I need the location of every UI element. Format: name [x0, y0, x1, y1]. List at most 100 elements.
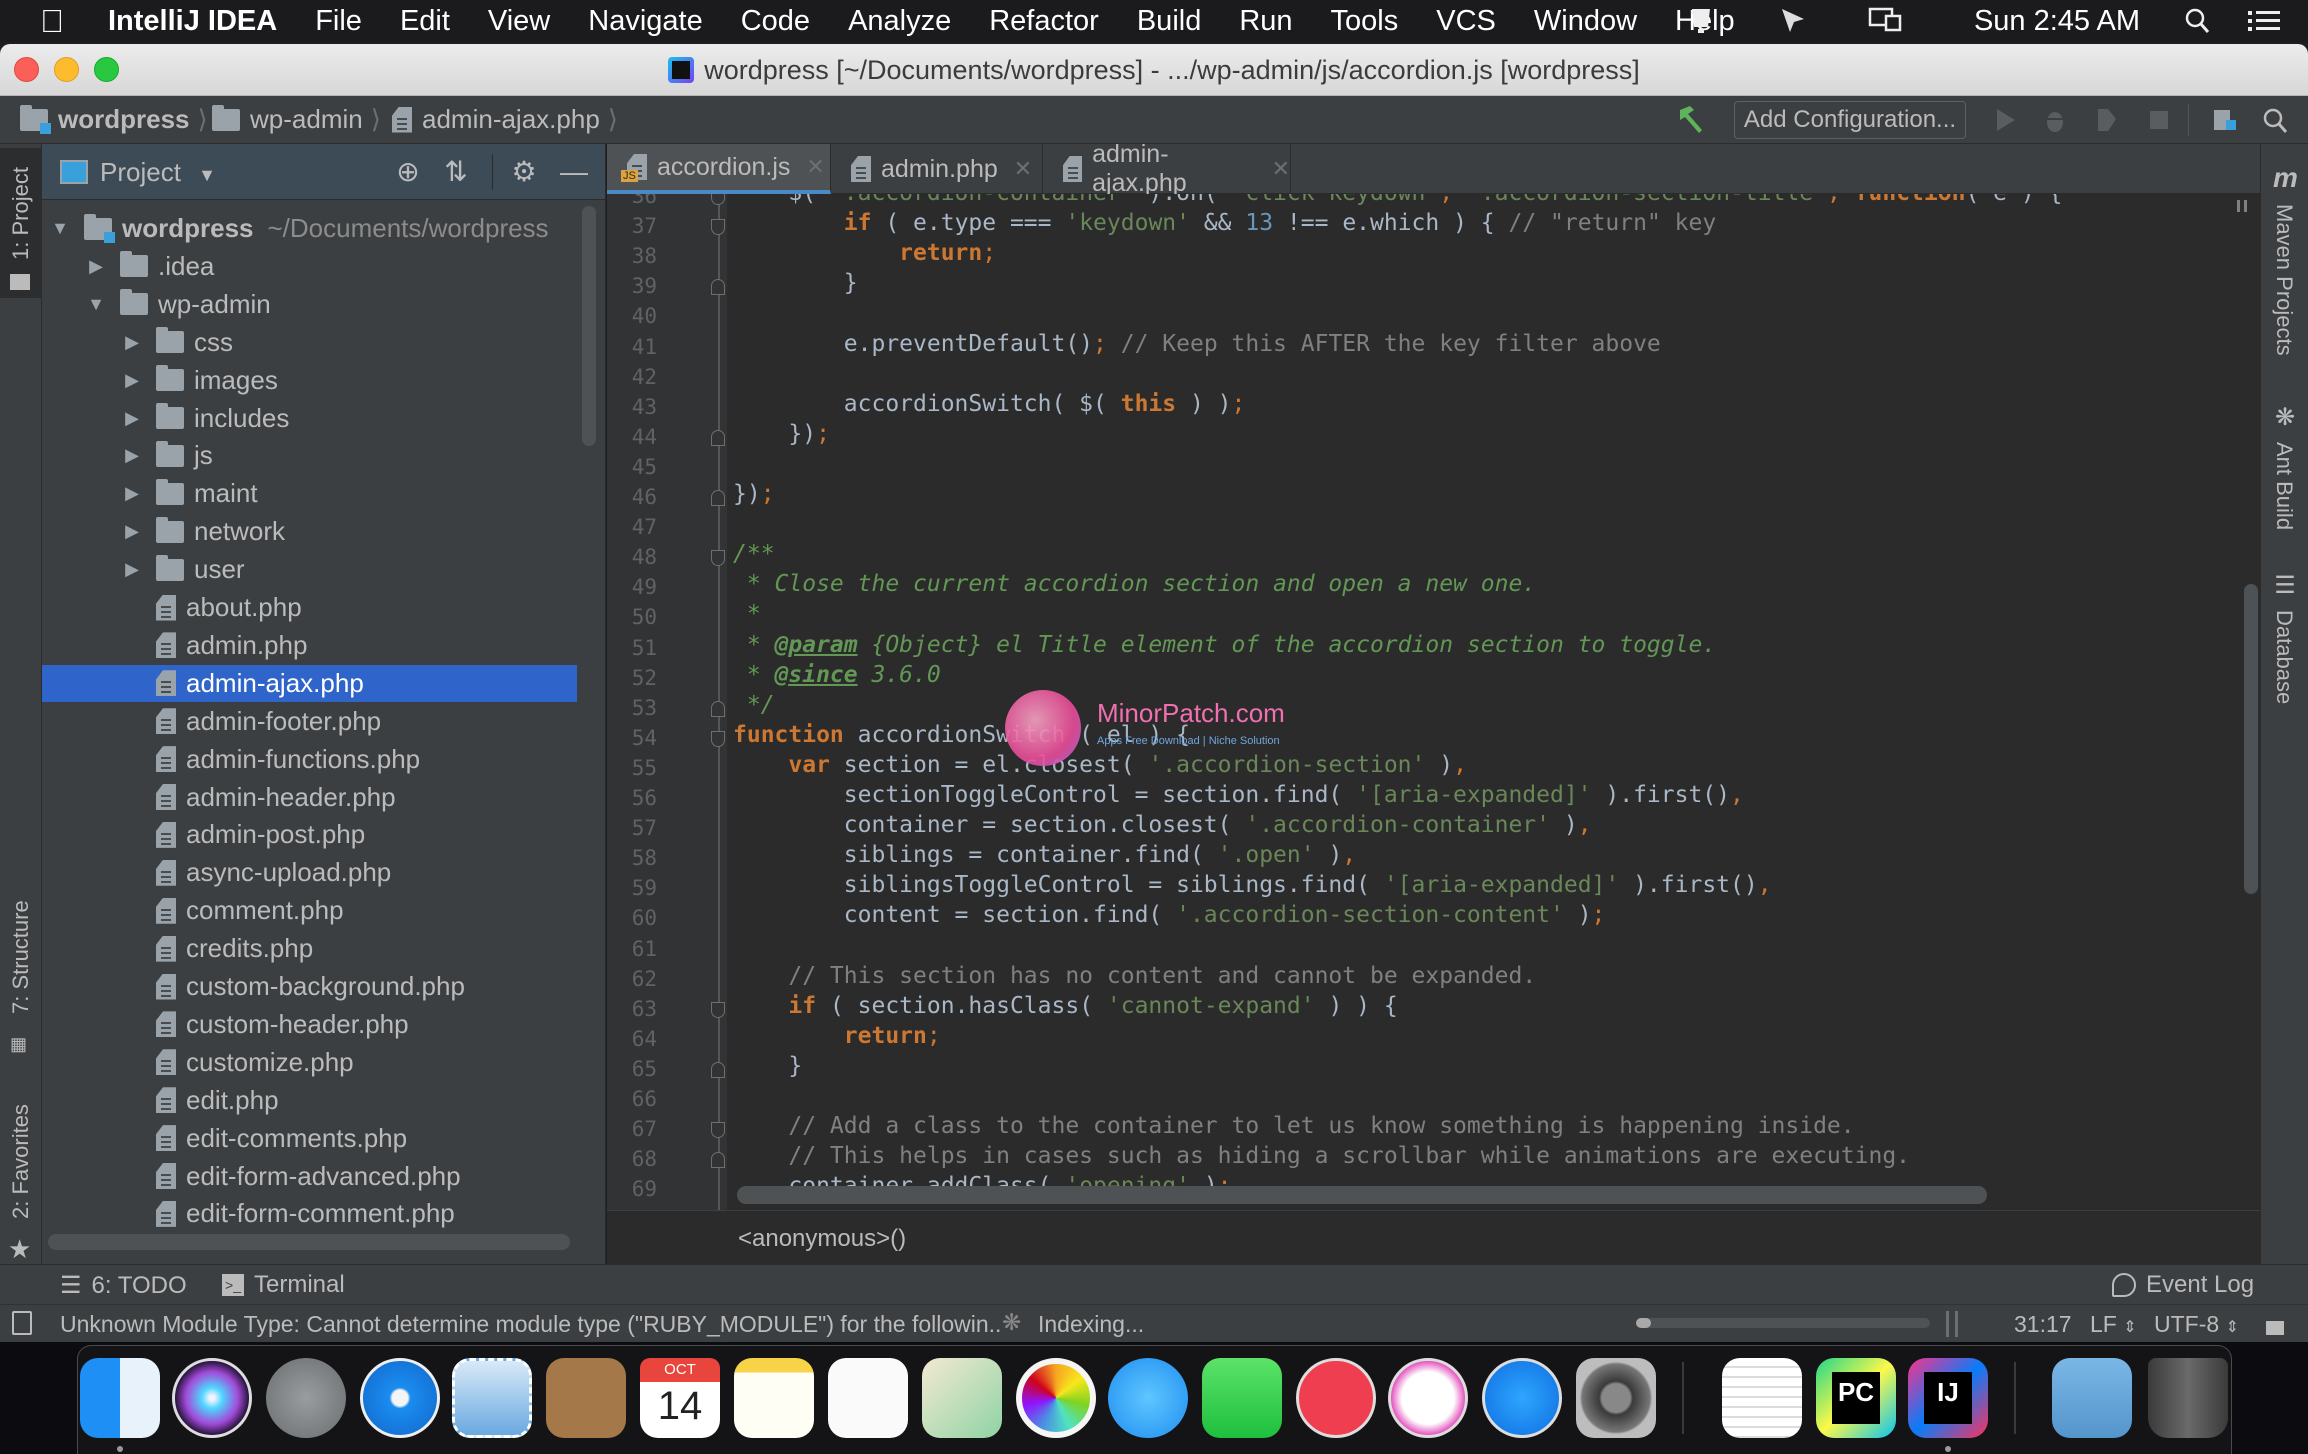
line-separator-selector[interactable]: LF ⇕	[2090, 1311, 2137, 1338]
fold-end-icon[interactable]	[711, 279, 725, 296]
expand-arrow-icon[interactable]: ▶	[122, 559, 142, 580]
stop-icon[interactable]	[2146, 106, 2172, 134]
editor-vertical-scrollbar[interactable]	[2244, 584, 2258, 894]
debug-icon[interactable]	[2042, 106, 2068, 134]
fold-end-icon[interactable]	[711, 700, 725, 717]
collapse-arrow-icon[interactable]: ▼	[86, 294, 106, 315]
expand-arrow-icon[interactable]: ▶	[86, 256, 106, 277]
expand-arrow-icon[interactable]: ▶	[122, 370, 142, 391]
close-tab-icon[interactable]: ✕	[1272, 156, 1290, 182]
expand-arrow-icon[interactable]: ▶	[122, 521, 142, 542]
menubar-clock[interactable]: Sun 2:45 AM	[1974, 5, 2140, 38]
tree-horizontal-scrollbar[interactable]	[48, 1234, 570, 1250]
inspection-status-icon[interactable]	[2237, 200, 2247, 212]
dock-photos-icon[interactable]	[1016, 1358, 1096, 1438]
project-view-selector[interactable]: Project ▼	[100, 157, 216, 188]
dock-messages-icon[interactable]	[1108, 1358, 1188, 1438]
fold-end-icon[interactable]	[711, 429, 725, 446]
menu-window[interactable]: Window	[1534, 5, 1637, 38]
status-message[interactable]: Unknown Module Type: Cannot determine mo…	[60, 1311, 1001, 1338]
close-tab-icon[interactable]: ✕	[1014, 156, 1032, 182]
event-log-button[interactable]: Event Log	[2112, 1271, 2254, 1299]
dock-downloads-icon[interactable]	[2052, 1358, 2132, 1438]
apple-menu-icon[interactable]: 	[40, 3, 74, 40]
close-tab-icon[interactable]: ✕	[806, 154, 824, 180]
project-structure-icon[interactable]	[2212, 106, 2238, 134]
tree-row[interactable]: ▶ includes	[42, 400, 577, 437]
expand-arrow-icon[interactable]: ▶	[122, 332, 142, 353]
code-editor[interactable]: 36 37 38 39 40 41 42 43 44 45 46 47 48 49 50 51 52 53 54 55…	[607, 194, 2260, 1210]
menu-code[interactable]: Code	[741, 5, 810, 38]
toggle-tool-windows-icon[interactable]	[12, 1311, 32, 1335]
expand-arrow-icon[interactable]: ▶	[122, 408, 142, 429]
tree-row[interactable]: comment.php	[42, 892, 577, 929]
tree-row[interactable]: ▶ user	[42, 551, 577, 588]
cursor-icon[interactable]	[1776, 6, 1812, 36]
menu-refactor[interactable]: Refactor	[989, 5, 1099, 38]
menu-file[interactable]: File	[315, 5, 362, 38]
pause-indexing-icon[interactable]	[1946, 1311, 1958, 1337]
lock-open-icon[interactable]	[2266, 1321, 2284, 1335]
tree-row[interactable]: ▶ css	[42, 324, 577, 361]
tree-row[interactable]: admin-functions.php	[42, 741, 577, 778]
locate-file-icon[interactable]: ⊕	[392, 156, 424, 188]
dock-reminders-icon[interactable]	[828, 1358, 908, 1438]
dock-pycharm-icon[interactable]: PC	[1816, 1358, 1896, 1438]
tree-row[interactable]: about.php	[42, 589, 577, 626]
fold-end-icon[interactable]	[711, 1061, 725, 1078]
fold-expanded-icon[interactable]	[711, 194, 725, 205]
settings-gear-icon[interactable]: ⚙	[508, 156, 540, 188]
tree-row[interactable]: async-upload.php	[42, 854, 577, 891]
menu-build[interactable]: Build	[1137, 5, 1202, 38]
tree-row[interactable]: admin.php	[42, 627, 577, 664]
dock-trash-icon[interactable]	[2148, 1358, 2228, 1438]
fold-expanded-icon[interactable]	[711, 1001, 725, 1018]
tree-row[interactable]: admin-post.php	[42, 816, 577, 853]
tree-row[interactable]: edit.php	[42, 1082, 577, 1119]
expand-arrow-icon[interactable]: ▼	[50, 218, 70, 239]
fold-end-icon[interactable]	[711, 1152, 725, 1169]
menu-tools[interactable]: Tools	[1331, 5, 1399, 38]
breadcrumb-admin-ajax[interactable]: admin-ajax.php ⟩	[392, 104, 618, 135]
tree-row[interactable]: custom-header.php	[42, 1006, 577, 1043]
function-breadcrumb[interactable]: <anonymous>()	[738, 1225, 906, 1253]
tree-row[interactable]: ▶ images	[42, 362, 577, 399]
tree-row[interactable]: ▶ maint	[42, 475, 577, 512]
fold-expanded-icon[interactable]	[711, 1122, 725, 1139]
menu-app-name[interactable]: IntelliJ IDEA	[108, 5, 277, 38]
dock-intellij-idea-icon[interactable]: IJ	[1908, 1358, 1988, 1438]
tree-row[interactable]: ▶ .idea	[42, 248, 577, 285]
tree-row[interactable]: admin-ajax.php	[42, 664, 577, 702]
control-center-icon[interactable]	[2246, 6, 2282, 36]
tab-admin-php[interactable]: admin.php ✕	[831, 144, 1043, 194]
dock-news-icon[interactable]	[1296, 1358, 1376, 1438]
tree-row[interactable]: edit-comments.php	[42, 1120, 577, 1157]
airplay-icon[interactable]	[1868, 6, 1904, 36]
dock-textedit-icon[interactable]	[1722, 1358, 1802, 1438]
run-with-coverage-icon[interactable]	[2094, 106, 2120, 134]
tree-row[interactable]: admin-footer.php	[42, 703, 577, 740]
tree-row[interactable]: ▼ wp-admin	[42, 286, 577, 323]
encoding-selector[interactable]: UTF-8 ⇕	[2154, 1311, 2239, 1338]
dock-app-store-icon[interactable]	[1482, 1358, 1562, 1438]
tree-row[interactable]: ▶ network	[42, 513, 577, 550]
editor-horizontal-scrollbar[interactable]	[737, 1186, 1987, 1204]
dock-launchpad-icon[interactable]	[266, 1358, 346, 1438]
dock-siri-icon[interactable]	[172, 1358, 252, 1438]
menu-view[interactable]: View	[488, 5, 550, 38]
search-everywhere-icon[interactable]	[2262, 106, 2288, 134]
menu-analyze[interactable]: Analyze	[848, 5, 951, 38]
tree-row-root[interactable]: ▼ wordpress ~/Documents/wordpress	[42, 210, 577, 247]
fold-expanded-icon[interactable]	[711, 219, 725, 236]
dock-itunes-icon[interactable]	[1388, 1358, 1468, 1438]
run-icon[interactable]	[1992, 106, 2018, 134]
dock-mail-icon[interactable]	[452, 1358, 532, 1438]
terminal-tool-button[interactable]: >_ Terminal	[222, 1271, 345, 1299]
caret-position[interactable]: 31:17	[2014, 1311, 2072, 1338]
fold-expanded-icon[interactable]	[711, 730, 725, 747]
dock-maps-icon[interactable]	[922, 1358, 1002, 1438]
dock-safari-icon[interactable]	[360, 1358, 440, 1438]
menu-edit[interactable]: Edit	[400, 5, 450, 38]
add-configuration-button[interactable]: Add Configuration...	[1734, 101, 1966, 139]
tree-row[interactable]: customize.php	[42, 1044, 577, 1081]
